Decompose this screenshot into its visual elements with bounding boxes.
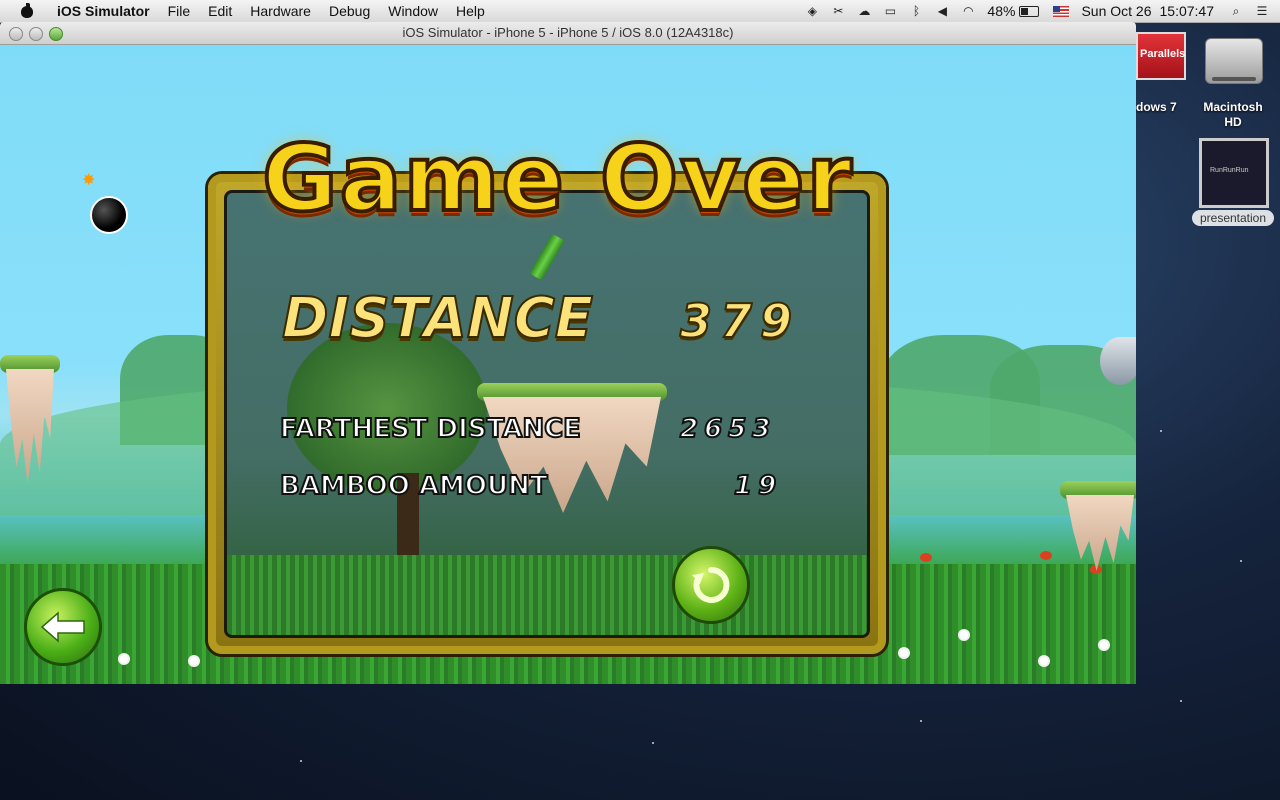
hd-slot — [1212, 77, 1256, 81]
cloud-icon[interactable]: ☁ — [856, 4, 872, 18]
bluetooth-icon[interactable]: ᛒ — [908, 4, 924, 18]
distance-value: 379 — [679, 293, 801, 349]
star — [652, 742, 654, 744]
clock-date[interactable]: Sun Oct 26 — [1081, 3, 1151, 19]
window-titlebar[interactable]: iOS Simulator - iPhone 5 - iPhone 5 / iO… — [0, 22, 1136, 45]
search-icon[interactable]: ⌕ — [1228, 4, 1244, 18]
presentation-thumbnail-icon[interactable]: RunRunRun — [1199, 138, 1269, 208]
bomb-icon — [90, 196, 128, 234]
back-arrow-icon — [40, 611, 85, 643]
airplay-icon[interactable]: ▭ — [882, 4, 898, 18]
menu-hardware[interactable]: Hardware — [241, 3, 320, 19]
bamboo-amount-label: BAMBOO AMOUNT — [279, 470, 549, 502]
battery-fill — [1021, 7, 1029, 15]
close-button[interactable] — [9, 27, 23, 41]
scissors-icon[interactable]: ✂ — [830, 4, 846, 18]
macintosh-hd-desktop-icon[interactable]: Macintosh HD — [1195, 100, 1271, 130]
list-icon[interactable]: ☰ — [1254, 4, 1270, 18]
replay-icon — [692, 566, 730, 603]
poppy-flower — [1040, 551, 1052, 560]
minimize-button[interactable] — [29, 27, 43, 41]
platform-rock — [6, 369, 54, 485]
hard-drive-icon[interactable] — [1205, 30, 1263, 88]
menu-edit[interactable]: Edit — [199, 3, 241, 19]
panel-grass — [227, 555, 867, 635]
daisy-flower — [120, 655, 128, 663]
status-area: ◈ ✂ ☁ ▭ ᛒ ◀ ◠ 48% Sun Oct 26 15:07:47 ⌕ … — [799, 0, 1280, 22]
menu-window[interactable]: Window — [379, 3, 447, 19]
window-title: iOS Simulator - iPhone 5 - iPhone 5 / iO… — [402, 25, 734, 40]
battery-indicator[interactable]: 48% — [987, 3, 1040, 19]
star — [1240, 560, 1242, 562]
dropbox-icon[interactable]: ◈ — [804, 4, 820, 18]
battery-icon — [1019, 5, 1040, 17]
wifi-icon[interactable]: ◠ — [960, 4, 976, 18]
zoom-button[interactable] — [49, 27, 63, 41]
volume-icon[interactable]: ◀ — [934, 4, 950, 18]
presentation-thumb-text: RunRunRun — [1210, 167, 1249, 174]
star — [300, 760, 302, 762]
poppy-flower — [920, 553, 932, 562]
game-over-title: Game Over — [260, 123, 854, 234]
battery-percent: 48% — [987, 3, 1016, 19]
menu-debug[interactable]: Debug — [320, 3, 379, 19]
bamboo-amount-value: 19 — [733, 470, 783, 502]
star — [920, 720, 922, 722]
parallels-icon[interactable]: Parallels — [1136, 32, 1186, 80]
back-button[interactable] — [24, 588, 102, 666]
menu-bar: iOS Simulator File Edit Hardware Debug W… — [0, 0, 1280, 23]
menu-app-name[interactable]: iOS Simulator — [48, 3, 159, 19]
farthest-distance-value: 2653 — [679, 413, 777, 445]
hd-body — [1205, 38, 1263, 84]
menu-file[interactable]: File — [159, 3, 200, 19]
daisy-flower — [1040, 657, 1048, 665]
presentation-label[interactable]: presentation — [1192, 210, 1274, 226]
clock-time[interactable]: 15:07:47 — [1160, 3, 1215, 19]
daisy-flower — [190, 657, 198, 665]
parallels-label: Parallels — [1140, 48, 1186, 60]
floating-platform — [1060, 481, 1136, 571]
bird-icon — [1100, 337, 1136, 385]
replay-button[interactable] — [672, 546, 750, 624]
daisy-flower — [1100, 641, 1108, 649]
menu-help[interactable]: Help — [447, 3, 494, 19]
star — [1180, 700, 1182, 702]
windows-desktop-icon[interactable]: dows 7 — [1136, 100, 1186, 115]
floating-platform — [0, 355, 60, 485]
hd-label-line1: Macintosh — [1203, 100, 1263, 114]
bomb-spark-icon: ✸ — [82, 172, 96, 189]
platform-rock — [1066, 495, 1134, 571]
farthest-distance-label: FARTHEST DISTANCE — [279, 413, 582, 445]
windows-label: dows 7 — [1136, 100, 1177, 114]
hd-label-line2: HD — [1224, 115, 1242, 129]
apple-icon[interactable] — [20, 3, 34, 19]
star — [1160, 430, 1162, 432]
daisy-flower — [900, 649, 908, 657]
daisy-flower — [960, 631, 968, 639]
flag-icon[interactable] — [1053, 5, 1070, 17]
distance-label: DISTANCE — [281, 285, 594, 352]
